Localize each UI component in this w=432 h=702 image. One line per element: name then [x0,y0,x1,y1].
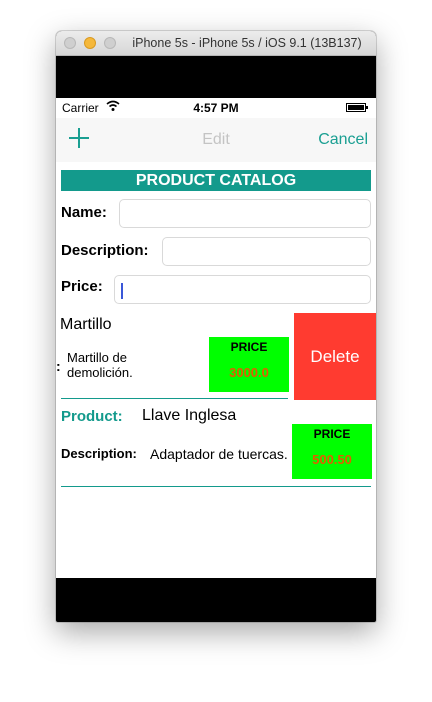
price-badge-value: 3000.0 [229,365,269,380]
delete-button[interactable]: Delete [294,313,376,400]
product-row[interactable]: Product: Llave Inglesa Description: Adap… [56,400,376,487]
zoom-window-button[interactable] [104,37,116,49]
window-title: iPhone 5s - iPhone 5s / iOS 9.1 (13B137) [132,36,362,50]
price-label: Price: [61,278,103,295]
status-bar: Carrier 4:57 PM [56,98,376,118]
product-description: Adaptador de tuercas. [150,446,288,462]
product-name: Llave Inglesa [142,407,237,424]
price-badge: PRICE 3000.0 [209,337,289,392]
row-divider [61,398,288,399]
navigation-bar: Edit Cancel [56,118,376,162]
window-titlebar: iPhone 5s - iPhone 5s / iOS 9.1 (13B137) [56,31,376,56]
simulator-window: iPhone 5s - iPhone 5s / iOS 9.1 (13B137)… [56,31,376,622]
row-divider [61,486,371,487]
device-screen: Carrier 4:57 PM Edit Cancel PRODUCT CATA… [56,98,376,578]
catalog-header: PRODUCT CATALOG [61,170,371,191]
description-field[interactable] [162,237,371,266]
description-label: Description: [61,446,137,461]
price-badge-value: 500.50 [312,452,352,467]
price-badge: PRICE 500.50 [292,424,372,479]
minimize-window-button[interactable] [84,37,96,49]
name-field[interactable] [119,199,371,228]
product-name: Martillo [60,316,112,333]
status-time: 4:57 PM [193,101,239,115]
product-row[interactable]: Martillo : Martillo de demolición. PRICE… [56,313,376,400]
price-badge-label: PRICE [313,427,351,441]
price-field[interactable] [114,275,371,304]
name-label: Name: [61,204,107,221]
description-label: Description: [61,242,149,259]
product-label: Product: [61,408,123,425]
text-cursor [121,283,123,299]
close-window-button[interactable] [64,37,76,49]
battery-icon [346,103,368,112]
cancel-button[interactable]: Cancel [318,131,368,149]
price-badge-label: PRICE [230,340,268,354]
product-description: Martillo de demolición. [67,350,133,380]
description-label-fragment: : [56,358,61,374]
